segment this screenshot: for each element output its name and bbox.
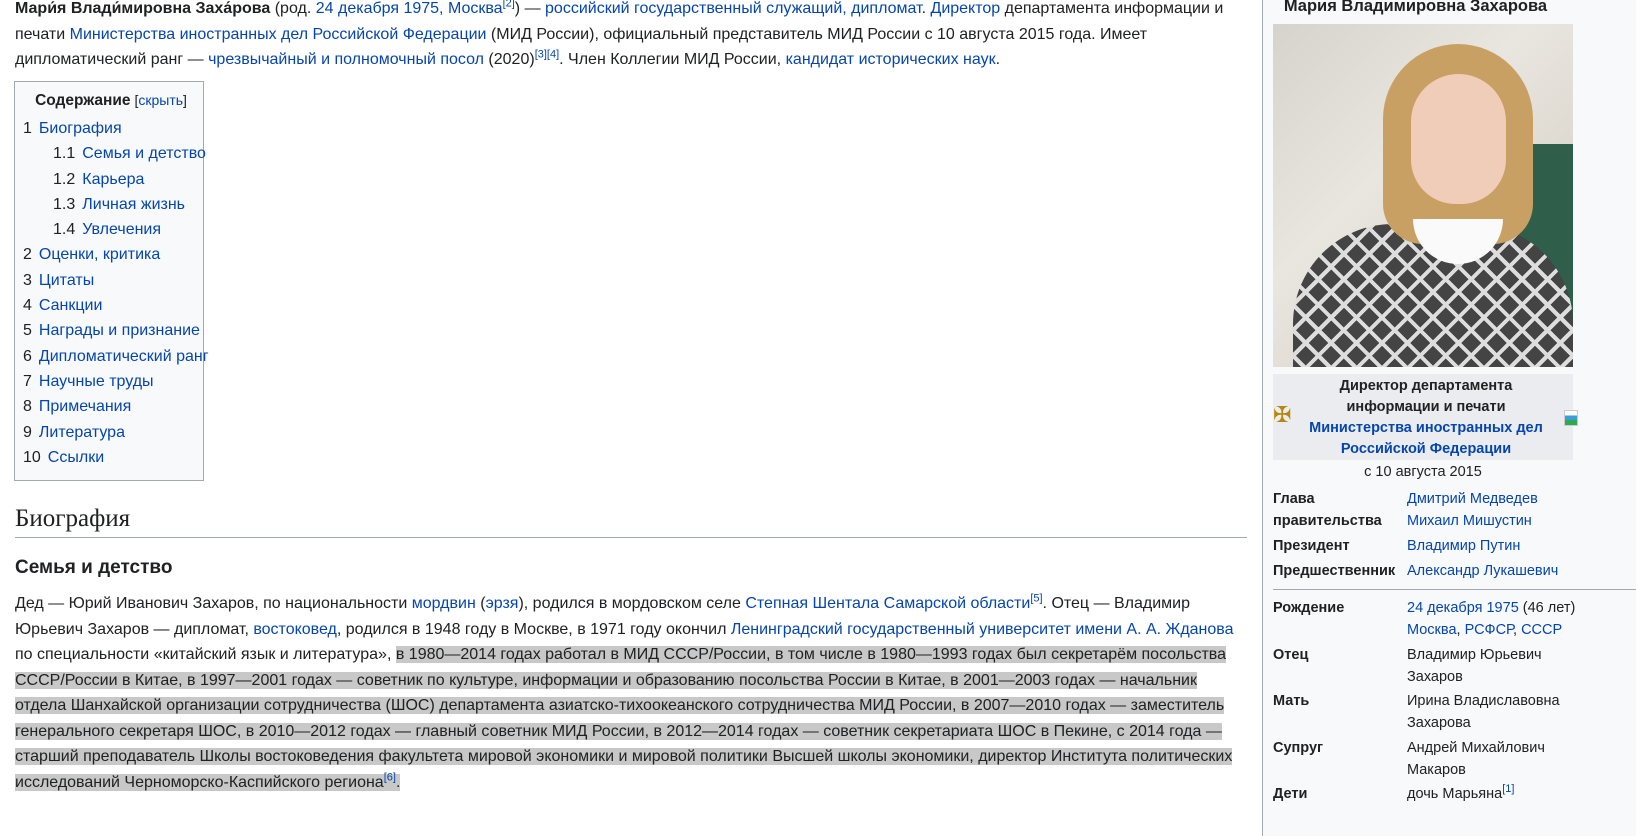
infobox-title: Мария Владимировна Захарова xyxy=(1283,0,1548,15)
toc-item-quotes[interactable]: 3 Цитаты xyxy=(23,268,195,293)
article-body: Мари́я Влади́мировна Заха́рова (род. 24 … xyxy=(15,0,1247,73)
ref-6[interactable]: [6] xyxy=(384,771,396,783)
toc-item-notes[interactable]: 8 Примечания xyxy=(23,394,195,419)
link-birth-sep[interactable]: , xyxy=(439,0,448,17)
link-lukashevich[interactable]: Александр Лукашевич xyxy=(1407,563,1558,579)
toc-item-personal-life[interactable]: 1.3 Личная жизнь xyxy=(23,192,195,217)
toc-item-biography[interactable]: 1 Биография xyxy=(23,116,195,141)
link-rsfsr[interactable]: РСФСР xyxy=(1465,622,1513,638)
toc-item-career[interactable]: 1.2 Карьера xyxy=(23,167,195,192)
heading-biography: Биография xyxy=(15,505,1247,538)
toc-item-criticism[interactable]: 2 Оценки, критика xyxy=(23,242,195,267)
link-ministry[interactable]: Министерства иностранных дел Российской … xyxy=(70,26,487,43)
office-line-2: информации и печати xyxy=(1346,399,1506,415)
link-moscow[interactable]: Москва xyxy=(1407,622,1457,638)
link-mishustin[interactable]: Михаил Мишустин xyxy=(1407,513,1532,529)
ref-2[interactable]: [2] xyxy=(503,0,515,10)
subject-name: Мари́я Влади́мировна Заха́рова xyxy=(15,0,271,17)
office-since: с 10 августа 2015 xyxy=(1364,464,1482,480)
link-birth-date-infobox[interactable]: 24 декабря 1975 xyxy=(1407,600,1519,616)
link-medvedev[interactable]: Дмитрий Медведев xyxy=(1407,491,1538,507)
toc-item-links[interactable]: 10 Ссылки xyxy=(23,445,195,470)
intro-paragraph: Мари́я Влади́мировна Заха́рова (род. 24 … xyxy=(15,0,1247,73)
link-birth-city[interactable]: Москва xyxy=(448,0,503,17)
family-paragraph: Дед — Юрий Иванович Захаров, по национал… xyxy=(15,592,1234,791)
toc-header: Содержание [скрыть] xyxy=(35,92,187,109)
infobox: Мария Владимировна Захарова ✠ Директор д… xyxy=(1262,0,1636,836)
link-director[interactable]: Директор xyxy=(930,0,1000,17)
coat-of-arms-icon[interactable]: ✠ xyxy=(1273,402,1291,428)
link-mordvin[interactable]: мордвин xyxy=(412,595,476,612)
link-birth-date[interactable]: 24 декабря 1975 xyxy=(316,0,439,17)
link-orientalist[interactable]: востоковед xyxy=(253,621,337,638)
toc-item-literature[interactable]: 9 Литература xyxy=(23,420,195,445)
ref-5[interactable]: [5] xyxy=(1030,593,1042,605)
portrait-photo[interactable] xyxy=(1273,24,1573,367)
link-rank[interactable]: чрезвычайный и полномочный посол xyxy=(208,51,484,68)
selected-text[interactable]: в 1980—2014 годах работал в МИД СССР/Рос… xyxy=(15,646,1233,791)
flag-icon[interactable] xyxy=(1564,410,1578,426)
ref-3[interactable]: [3] xyxy=(535,49,547,61)
toc-hide-link[interactable]: скрыть xyxy=(138,92,183,108)
toc-item-awards[interactable]: 5 Награды и признание xyxy=(23,318,200,343)
toc-item-family[interactable]: 1.1 Семья и детство xyxy=(23,141,206,166)
toc-title: Содержание xyxy=(35,92,131,109)
toc-item-hobbies[interactable]: 1.4 Увлечения xyxy=(23,217,195,242)
toc-item-diplomatic-rank[interactable]: 6 Дипломатический ранг xyxy=(23,344,209,369)
link-office-ministry[interactable]: Министерства иностранных дел Российской … xyxy=(1309,420,1543,457)
link-university[interactable]: Ленинградский государственный университе… xyxy=(731,621,1234,638)
infobox-office: ✠ Директор департамента информации и печ… xyxy=(1273,374,1578,460)
infobox-divider xyxy=(1273,589,1636,590)
link-putin[interactable]: Владимир Путин xyxy=(1407,538,1520,554)
link-degree[interactable]: кандидат исторических наук xyxy=(786,51,996,68)
toc-item-sanctions[interactable]: 4 Санкции xyxy=(23,293,195,318)
toc-item-works[interactable]: 7 Научные труды xyxy=(23,369,195,394)
office-line-1: Директор департамента xyxy=(1339,378,1513,394)
table-of-contents: Содержание [скрыть] 1 Биография 1.1 Семья … xyxy=(14,81,209,481)
ref-1[interactable]: [1] xyxy=(1502,783,1514,795)
link-occupation[interactable]: российский государственный служащий, дип… xyxy=(545,0,922,17)
ref-4[interactable]: [4] xyxy=(547,49,559,61)
heading-family-childhood: Семья и детство xyxy=(15,557,173,578)
link-erzya[interactable]: эрзя xyxy=(486,595,519,612)
link-village[interactable]: Степная Шентала Самарской области xyxy=(745,595,1030,612)
link-ussr[interactable]: СССР xyxy=(1521,622,1562,638)
